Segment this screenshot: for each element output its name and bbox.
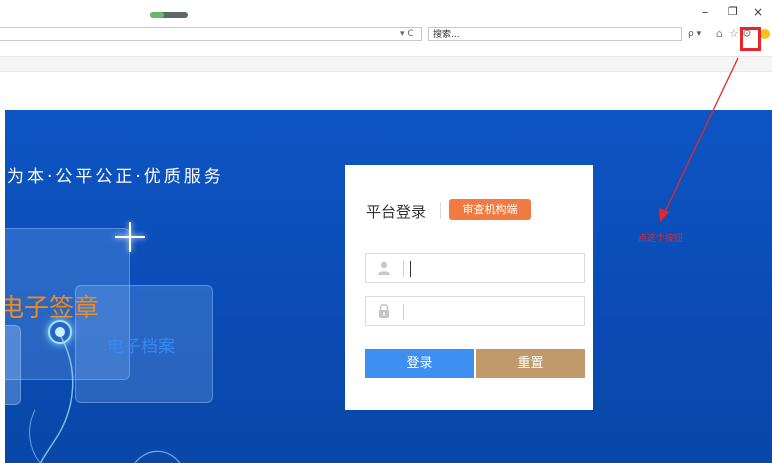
annotation-label: 点这个按钮 (638, 234, 684, 244)
